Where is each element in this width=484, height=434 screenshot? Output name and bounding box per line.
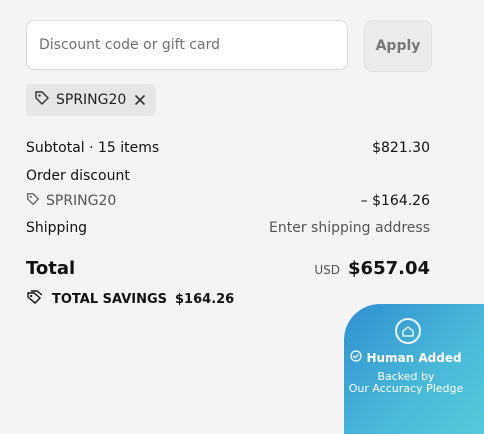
shield-house-icon (395, 318, 421, 344)
order-discount-code: SPRING20 (46, 193, 117, 209)
applied-discount-chip: SPRING20 (26, 84, 157, 116)
order-discount-row: Order discount (26, 168, 430, 184)
badge-subtitle: Backed by Our Accuracy Pledge (308, 371, 484, 395)
total-savings-value: $164.26 (175, 291, 235, 307)
shipping-label: Shipping (26, 220, 88, 236)
tag-icon (34, 90, 50, 110)
total-savings-label: TOTAL SAVINGS (52, 291, 168, 307)
order-discount-label: Order discount (26, 168, 130, 184)
check-circle-icon (350, 350, 363, 365)
total-label: Total (26, 258, 76, 279)
currency-code: USD (314, 263, 341, 277)
remove-discount-button[interactable] (132, 92, 148, 108)
tag-icon (26, 192, 40, 210)
subtotal-value: $821.30 (372, 140, 430, 156)
total-row: Total USD $657.04 (26, 258, 430, 279)
total-savings-row: TOTAL SAVINGS $164.26 (26, 289, 234, 309)
subtotal-row: Subtotal · 15 items $821.30 (26, 140, 430, 156)
total-amount: $657.04 (348, 258, 430, 279)
badge-title-row: Human Added (308, 350, 484, 365)
badge-subtitle-line2: Our Accuracy Pledge (348, 382, 464, 395)
discount-code-input[interactable] (26, 20, 348, 70)
applied-discount-code: SPRING20 (56, 92, 127, 108)
order-discount-code-row: SPRING20 – $164.26 (26, 192, 430, 210)
accuracy-pledge-badge[interactable]: Human Added Backed by Our Accuracy Pledg… (344, 304, 484, 434)
close-icon (135, 95, 146, 105)
tags-icon (26, 289, 44, 309)
shipping-value: Enter shipping address (269, 220, 430, 236)
order-discount-value: – $164.26 (360, 193, 430, 209)
badge-title: Human Added (366, 350, 462, 365)
subtotal-label: Subtotal · 15 items (26, 140, 160, 156)
apply-discount-button[interactable]: Apply (364, 20, 432, 72)
shipping-row: Shipping Enter shipping address (26, 220, 430, 236)
